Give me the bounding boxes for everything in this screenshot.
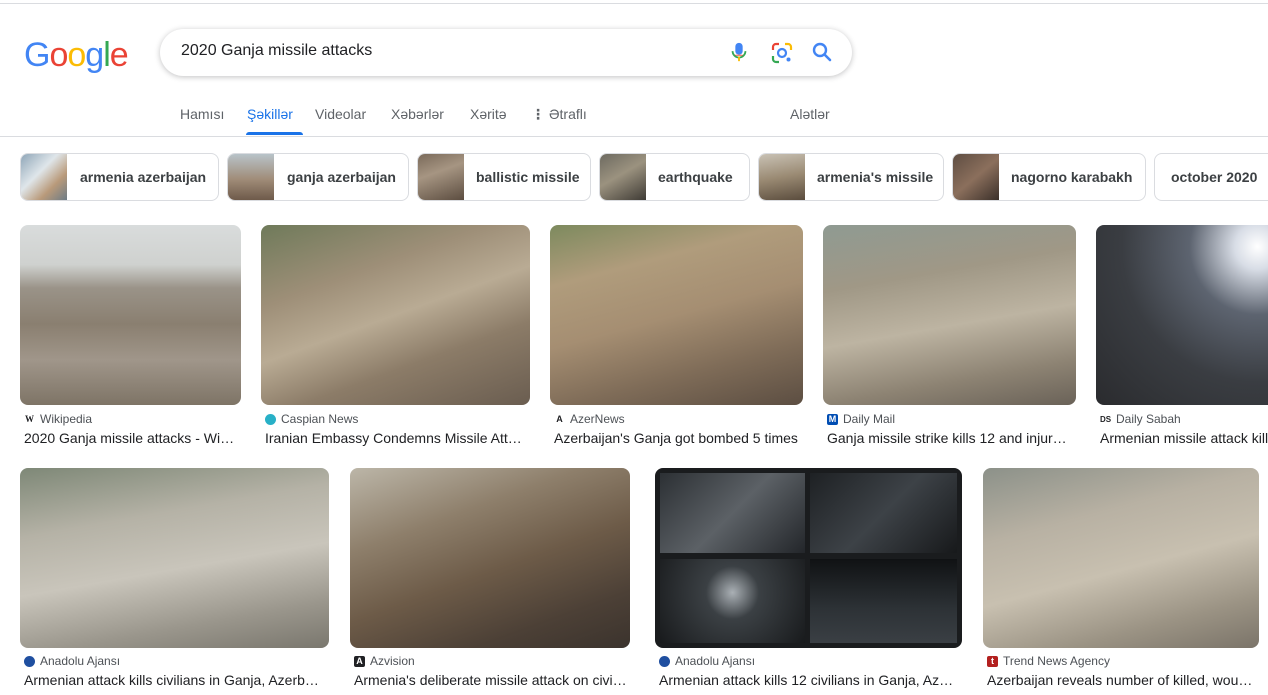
logo-letter: G bbox=[24, 36, 50, 74]
result-image[interactable] bbox=[20, 468, 329, 648]
result-title[interactable]: Azerbaijan's Ganja got bombed 5 times bbox=[554, 430, 799, 446]
chip-label: nagorno karabakh bbox=[1011, 169, 1133, 185]
chip-thumbnail bbox=[600, 154, 646, 200]
caspian-news-icon bbox=[265, 413, 276, 425]
result-source[interactable]: Anadolu Ajansı bbox=[24, 654, 120, 668]
tab-all[interactable]: Hamısı bbox=[180, 106, 224, 122]
collage-panel bbox=[660, 559, 805, 643]
top-divider bbox=[0, 3, 1268, 4]
related-chip[interactable]: october 2020 bbox=[1154, 153, 1268, 201]
daily-sabah-icon: DS bbox=[1100, 414, 1112, 424]
tab-maps[interactable]: Xəritə bbox=[470, 106, 507, 122]
chip-label: armenia azerbaijan bbox=[80, 169, 207, 185]
result-source[interactable]: Anadolu Ajansı bbox=[659, 654, 755, 668]
result-source[interactable]: Caspian News bbox=[265, 412, 358, 426]
result-image[interactable] bbox=[350, 468, 630, 648]
result-image[interactable] bbox=[655, 468, 962, 648]
tab-videos[interactable]: Videolar bbox=[315, 106, 366, 122]
search-icon[interactable] bbox=[810, 40, 834, 64]
tools-button[interactable]: Alətlər bbox=[790, 106, 830, 122]
result-title[interactable]: Armenia's deliberate missile attack on c… bbox=[354, 672, 628, 688]
result-source[interactable]: W Wikipedia bbox=[24, 412, 92, 426]
collage-panel bbox=[810, 559, 957, 643]
source-name: Wikipedia bbox=[40, 412, 93, 426]
result-title[interactable]: 2020 Ganja missile attacks - Wikipedia bbox=[24, 430, 237, 446]
source-name: Daily Mail bbox=[843, 412, 896, 426]
source-name: Caspian News bbox=[281, 412, 359, 426]
chip-label: armenia's missile bbox=[817, 169, 934, 185]
result-title[interactable]: Armenian attack kills 12 civilians in Ga… bbox=[659, 672, 958, 688]
daily-mail-icon: M bbox=[827, 413, 838, 425]
source-name: Anadolu Ajansı bbox=[675, 654, 756, 668]
tab-news[interactable]: Xəbərlər bbox=[391, 106, 444, 122]
chip-thumbnail bbox=[21, 154, 67, 200]
chip-thumbnail bbox=[418, 154, 464, 200]
search-box[interactable]: 2020 Ganja missile attacks bbox=[160, 29, 852, 76]
related-chip[interactable]: ganja azerbaijan bbox=[227, 153, 409, 201]
result-image[interactable] bbox=[983, 468, 1259, 648]
logo-letter: e bbox=[109, 36, 129, 74]
source-name: AzerNews bbox=[570, 412, 625, 426]
result-image[interactable] bbox=[261, 225, 530, 405]
collage-panel bbox=[810, 473, 957, 553]
search-input[interactable]: 2020 Ganja missile attacks bbox=[181, 42, 372, 60]
tab-images[interactable]: Şəkillər bbox=[247, 106, 293, 122]
anadolu-agency-icon bbox=[659, 655, 670, 667]
result-image[interactable] bbox=[20, 225, 241, 405]
search-tabs: Hamısı Şəkillər Videolar Xəbərlər Xəritə… bbox=[0, 100, 1268, 136]
source-name: Azvision bbox=[370, 654, 415, 668]
result-title[interactable]: Azerbaijan reveals number of killed, wou… bbox=[987, 672, 1255, 688]
result-title[interactable]: Iranian Embassy Condemns Missile Attacks… bbox=[265, 430, 526, 446]
microphone-icon[interactable] bbox=[728, 40, 750, 64]
source-name: Trend News Agency bbox=[1003, 654, 1110, 668]
result-source[interactable]: A Azvision bbox=[354, 654, 415, 668]
related-chip[interactable]: ballistic missile bbox=[417, 153, 591, 201]
chip-thumbnail bbox=[228, 154, 274, 200]
google-logo[interactable]: Google bbox=[24, 36, 129, 75]
google-lens-icon[interactable] bbox=[770, 41, 794, 65]
chip-thumbnail bbox=[953, 154, 999, 200]
logo-letter: o bbox=[67, 36, 86, 74]
active-tab-indicator bbox=[246, 132, 303, 135]
collage-panel bbox=[660, 473, 805, 553]
tabs-divider bbox=[0, 136, 1268, 137]
tab-more-label: Ətraflı bbox=[549, 106, 587, 122]
result-title[interactable]: Armenian missile attack kills bbox=[1100, 430, 1268, 446]
related-chip[interactable]: earthquake bbox=[599, 153, 750, 201]
result-source[interactable]: t Trend News Agency bbox=[987, 654, 1110, 668]
logo-letter: o bbox=[49, 36, 68, 74]
chip-label: ballistic missile bbox=[476, 169, 580, 185]
azernews-icon: A bbox=[556, 413, 563, 424]
wikipedia-icon: W bbox=[25, 413, 34, 424]
logo-letter: g bbox=[85, 36, 104, 74]
chip-label: ganja azerbaijan bbox=[287, 169, 396, 185]
related-chip[interactable]: armenia azerbaijan bbox=[20, 153, 219, 201]
tab-more[interactable]: ⋮ Ətraflı bbox=[531, 106, 587, 123]
source-name: Anadolu Ajansı bbox=[40, 654, 121, 668]
azvision-icon: A bbox=[354, 655, 365, 667]
result-title[interactable]: Ganja missile strike kills 12 and injure… bbox=[827, 430, 1072, 446]
chip-label: earthquake bbox=[658, 169, 733, 185]
result-source[interactable]: DS Daily Sabah bbox=[1100, 412, 1181, 426]
result-source[interactable]: A AzerNews bbox=[554, 412, 625, 426]
chip-thumbnail bbox=[759, 154, 805, 200]
related-chip[interactable]: nagorno karabakh bbox=[952, 153, 1146, 201]
result-source[interactable]: M Daily Mail bbox=[827, 412, 895, 426]
result-title[interactable]: Armenian attack kills civilians in Ganja… bbox=[24, 672, 325, 688]
more-vert-icon: ⋮ bbox=[531, 106, 545, 122]
chip-label: october 2020 bbox=[1171, 169, 1258, 185]
trend-news-icon: t bbox=[987, 655, 998, 667]
anadolu-agency-icon bbox=[24, 655, 35, 667]
result-image[interactable] bbox=[823, 225, 1076, 405]
result-image[interactable] bbox=[1096, 225, 1268, 405]
result-image[interactable] bbox=[550, 225, 803, 405]
related-chip[interactable]: armenia's missile bbox=[758, 153, 944, 201]
source-name: Daily Sabah bbox=[1116, 412, 1181, 426]
